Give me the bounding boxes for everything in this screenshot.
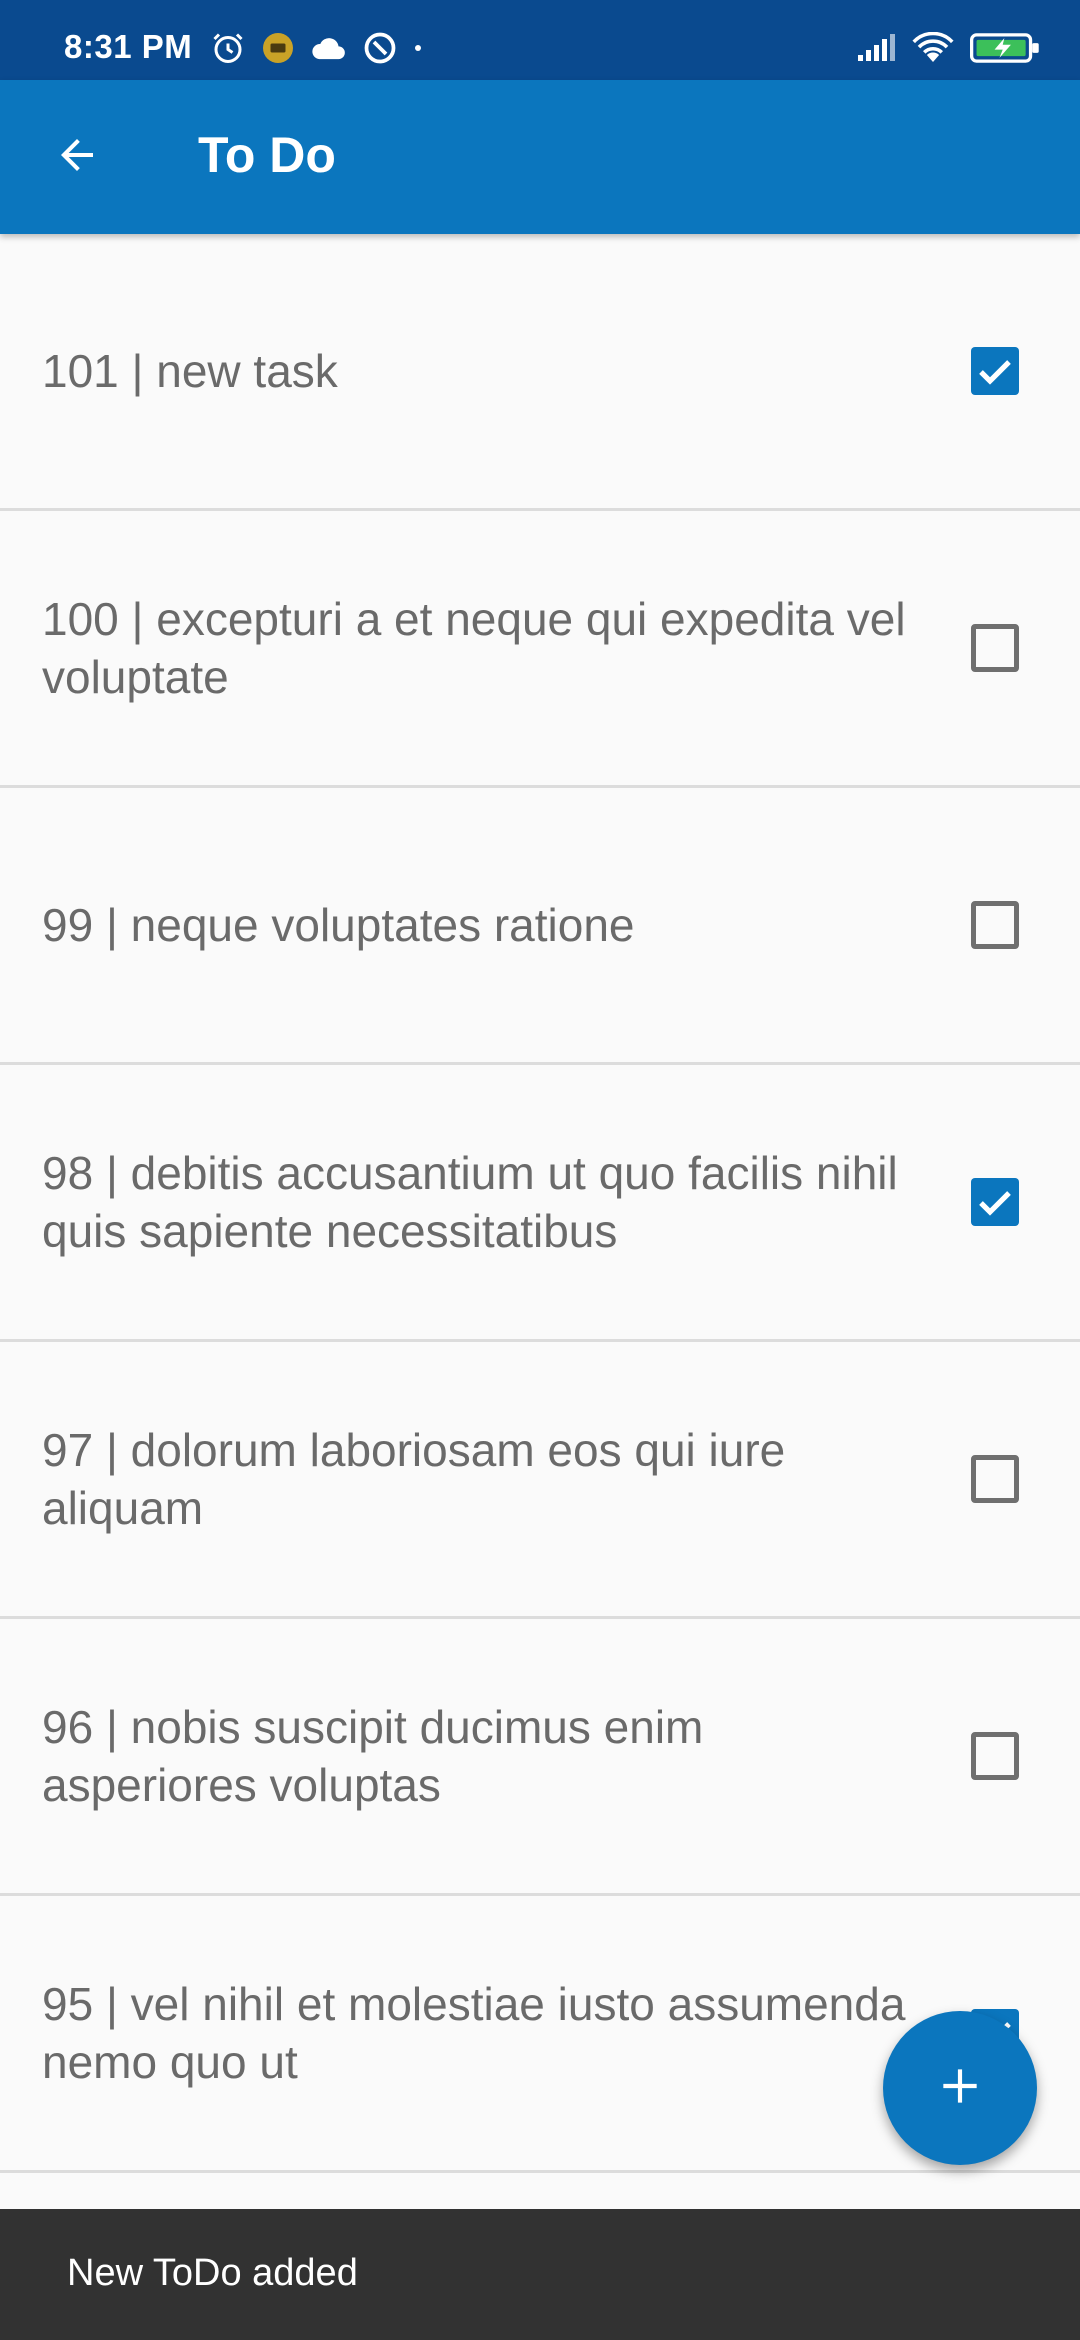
todo-label: 101 | new task — [42, 345, 338, 397]
todo-item[interactable]: 98 | debitis accusantium ut quo facilis … — [0, 1065, 1080, 1342]
todo-item[interactable]: 96 | nobis suscipit ducimus enim asperio… — [0, 1619, 1080, 1896]
todo-list: 101 | new task 100 | excepturi a et nequ… — [0, 234, 1080, 2173]
alarm-icon — [210, 30, 246, 71]
add-todo-button[interactable] — [883, 2011, 1037, 2165]
battery-charging-icon — [970, 31, 1042, 70]
signal-icon — [856, 33, 896, 68]
snackbar-message: New ToDo added — [67, 2252, 358, 2294]
todo-checkbox[interactable] — [971, 1178, 1019, 1226]
cloud-icon — [310, 33, 348, 68]
todo-checkbox[interactable] — [971, 901, 1019, 949]
plus-icon — [935, 2061, 985, 2116]
check-icon — [979, 1191, 1011, 1216]
todo-checkbox[interactable] — [971, 1732, 1019, 1780]
todo-label: 100 | excepturi a et neque qui expedita … — [42, 593, 906, 703]
todo-item[interactable]: 101 | new task — [0, 234, 1080, 511]
todo-label: 98 | debitis accusantium ut quo facilis … — [42, 1147, 898, 1257]
todo-label: 97 | dolorum laboriosam eos qui iure ali… — [42, 1424, 786, 1534]
todo-label: 96 | nobis suscipit ducimus enim asperio… — [42, 1701, 704, 1811]
back-button[interactable] — [38, 118, 116, 196]
dot-icon — [412, 41, 424, 59]
snackbar: New ToDo added — [0, 2209, 1080, 2340]
app-bar: To Do — [0, 80, 1080, 234]
status-time: 8:31 PM — [64, 28, 193, 65]
todo-label: 95 | vel nihil et molestiae iusto assume… — [42, 1978, 906, 2088]
wifi-icon — [912, 31, 954, 69]
arrow-back-icon — [53, 131, 101, 184]
sync-disabled-icon — [362, 30, 398, 71]
todo-checkbox[interactable] — [971, 624, 1019, 672]
todo-checkbox[interactable] — [971, 347, 1019, 395]
todo-label: 99 | neque voluptates ratione — [42, 899, 635, 951]
todo-item[interactable]: 99 | neque voluptates ratione — [0, 788, 1080, 1065]
page-title: To Do — [198, 127, 336, 183]
status-bar: 8:31 PM — [0, 0, 1080, 80]
todo-checkbox[interactable] — [971, 1455, 1019, 1503]
notification-badge-icon — [260, 30, 296, 71]
check-icon — [979, 360, 1011, 385]
todo-item[interactable]: 100 | excepturi a et neque qui expedita … — [0, 511, 1080, 788]
todo-item[interactable]: 97 | dolorum laboriosam eos qui iure ali… — [0, 1342, 1080, 1619]
